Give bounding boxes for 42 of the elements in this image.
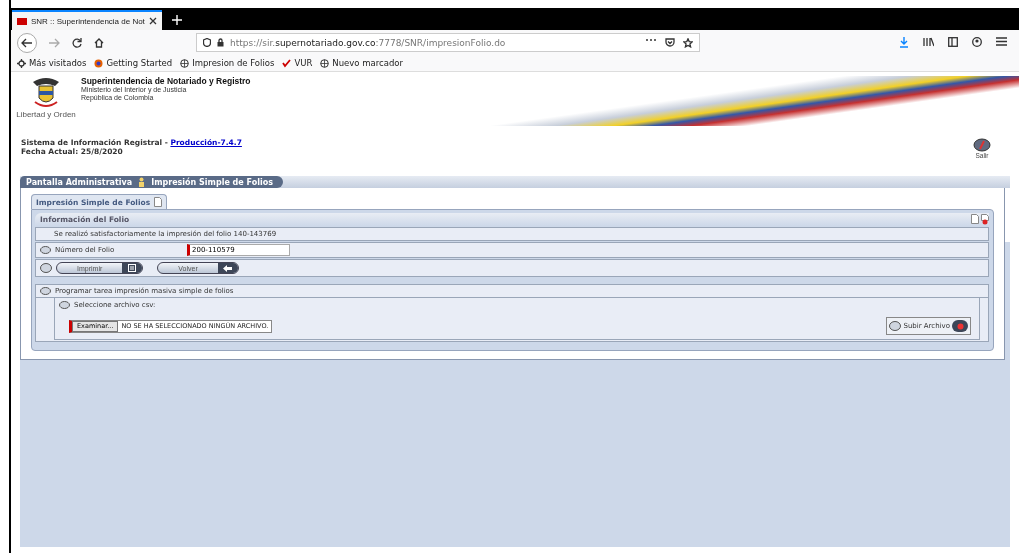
url-text: https://sir.supernotariado.gov.co:7778/SNR/impresionFolio.do xyxy=(230,37,506,48)
menu-icon[interactable] xyxy=(996,37,1007,46)
bullet-icon xyxy=(40,246,51,254)
arrow-left-icon xyxy=(223,264,233,272)
record-icon xyxy=(956,322,964,330)
sidebar-icon[interactable] xyxy=(948,37,958,47)
bookmark-item[interactable]: Más visitados xyxy=(17,58,87,68)
bullet-icon xyxy=(59,301,70,309)
download-icon[interactable] xyxy=(899,37,909,48)
bookmark-item[interactable]: Nuevo marcador xyxy=(320,58,404,68)
site-favicon-icon xyxy=(17,17,27,25)
motto-text: Libertad y Orden xyxy=(16,110,76,119)
star-icon[interactable] xyxy=(683,37,693,48)
person-icon xyxy=(138,177,146,187)
coat-of-arms-icon xyxy=(31,76,61,110)
lock-icon xyxy=(217,38,224,47)
breadcrumb-item: Impresión Simple de Folios xyxy=(151,177,273,187)
exit-icon xyxy=(973,138,991,152)
tab-title: SNR :: Superintendencia de Not xyxy=(31,16,145,26)
library-icon[interactable] xyxy=(923,37,934,47)
organization-title: Superintendencia de Notariado y Registro xyxy=(81,76,251,86)
bookmark-item[interactable]: Getting Started xyxy=(94,58,173,68)
shield-icon xyxy=(203,38,211,47)
close-icon[interactable] xyxy=(149,17,157,25)
more-icon[interactable] xyxy=(645,37,657,42)
breadcrumb-item: Pantalla Administrativa xyxy=(26,177,133,187)
document-error-icon xyxy=(981,214,989,225)
plus-icon[interactable] xyxy=(172,15,182,25)
pocket-icon[interactable] xyxy=(665,37,675,47)
check-icon xyxy=(282,58,292,68)
document-icon xyxy=(971,214,979,224)
home-icon[interactable] xyxy=(94,37,104,48)
document-icon xyxy=(154,197,163,207)
bullet-icon xyxy=(40,287,51,295)
address-bar[interactable]: https://sir.supernotariado.gov.co:7778/SNR/impresionFolio.do xyxy=(196,33,700,52)
account-icon[interactable] xyxy=(972,37,982,47)
bookmark-item[interactable]: Impresion de Folios xyxy=(180,58,275,68)
bookmark-item[interactable]: VUR xyxy=(282,58,313,68)
reload-icon[interactable] xyxy=(72,37,82,48)
printer-icon xyxy=(128,264,137,272)
back-button[interactable] xyxy=(17,32,37,53)
browser-tab[interactable]: SNR :: Superintendencia de Not xyxy=(12,10,162,30)
